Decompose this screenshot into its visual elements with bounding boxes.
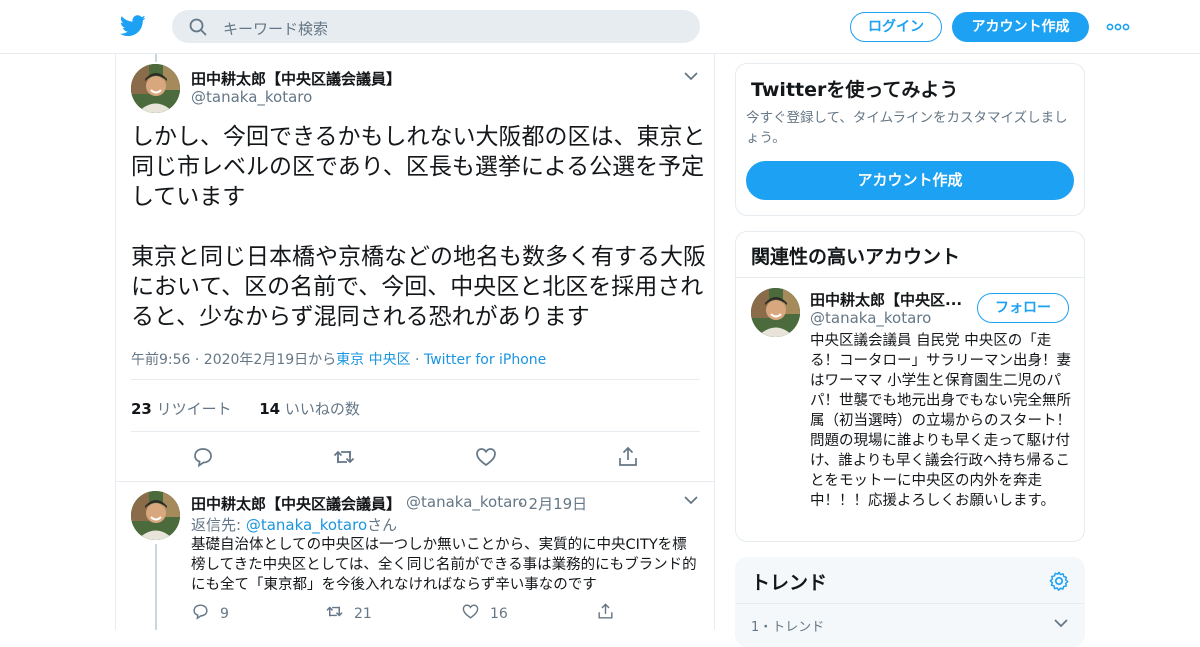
chevron-down-icon[interactable] — [684, 71, 698, 81]
login-button[interactable]: ログイン — [850, 12, 942, 42]
chevron-down-icon[interactable] — [684, 495, 698, 505]
retweet-count: 21 — [354, 606, 372, 622]
share-icon[interactable] — [616, 445, 640, 469]
reply-author-name[interactable]: 田中耕太郎【中央区議会議員】 — [191, 493, 401, 514]
tweet-timestamp[interactable]: 午前9:56 · 2020年2月19日から — [131, 352, 336, 368]
avatar-image-icon — [131, 64, 180, 113]
tweet-detail-column: 田中耕太郎【中央区議会議員】 @tanaka_kotaro しかし、今回できるか… — [115, 54, 715, 630]
divider — [131, 431, 700, 432]
search-bar[interactable]: キーワード検索 — [172, 10, 700, 43]
avatar-image-icon — [131, 491, 180, 540]
more-options-icon[interactable] — [1106, 20, 1130, 34]
tweet-metadata: 午前9:56 · 2020年2月19日から東京 中央区 · Twitter fo… — [131, 349, 546, 369]
related-card-title: 関連性の高いアカウント — [751, 246, 961, 268]
avatar-image-icon — [751, 288, 800, 337]
reply-tweet-text: 基礎自治体としての中央区は一つしか無いことから、実質的に中央CITYを標榜してき… — [191, 537, 697, 593]
like-count[interactable]: 14 — [259, 400, 280, 418]
like-heart-icon[interactable] — [474, 445, 498, 469]
related-account-item[interactable]: 田中耕太郎【中央区... @tanaka_kotaro フォロー 中央区議会議員… — [736, 278, 1084, 541]
like-label[interactable]: いいねの数 — [285, 400, 360, 418]
search-input[interactable]: キーワード検索 — [223, 18, 328, 39]
reply-author-handle[interactable]: @tanaka_kotaro — [406, 493, 527, 511]
reply-icon[interactable] — [191, 445, 215, 469]
signup-card-button[interactable]: アカウント作成 — [746, 161, 1074, 200]
follow-button[interactable]: フォロー — [977, 293, 1069, 323]
reply-to-prefix: 返信先: — [191, 516, 246, 534]
related-accounts-card: 関連性の高いアカウント 田中耕太郎【中央区... @tanaka_kotaro … — [735, 231, 1085, 542]
signup-button[interactable]: アカウント作成 — [952, 12, 1089, 42]
avatar[interactable] — [131, 491, 180, 540]
trends-card: トレンド 1・トレンド — [735, 557, 1085, 647]
signup-card-description: 今すぐ登録して、タイムラインをカスタマイズしましょう。 — [746, 110, 1068, 146]
signup-card-title: Twitterを使ってみよう — [751, 79, 959, 101]
share-action[interactable] — [596, 602, 625, 622]
retweet-count[interactable]: 23 — [131, 400, 152, 418]
reply-to-suffix: さん — [367, 516, 398, 534]
reply-to-line: 返信先: @tanaka_kotaroさん — [191, 514, 397, 535]
divider — [736, 603, 1084, 604]
signup-card: Twitterを使ってみよう 今すぐ登録して、タイムラインをカスタマイズしましょ… — [735, 63, 1085, 216]
chevron-down-icon[interactable] — [1054, 618, 1068, 628]
settings-gear-icon[interactable] — [1048, 570, 1070, 592]
thread-line — [155, 544, 157, 630]
tweet-text: しかし、今回できるかもしれない大阪都の区は、東京と同じ市レベルの区であり、区長も… — [131, 124, 706, 330]
retweet-action[interactable]: 21 — [325, 602, 372, 622]
tweet-stats: 23 リツイート 14 いいねの数 — [131, 398, 360, 419]
top-navigation-bar: キーワード検索 ログイン アカウント作成 — [0, 0, 1200, 54]
retweet-icon — [326, 606, 343, 617]
thread-line — [155, 54, 157, 62]
reply-count: 9 — [220, 606, 229, 622]
like-action[interactable]: 16 — [461, 602, 508, 622]
retweet-label[interactable]: リツイート — [157, 400, 232, 418]
reply-date[interactable]: · 2月19日 — [519, 493, 587, 514]
reply-to-handle[interactable]: @tanaka_kotaro — [246, 516, 367, 534]
author-handle[interactable]: @tanaka_kotaro — [191, 88, 312, 106]
meta-separator: · — [410, 352, 424, 368]
related-account-bio: 中央区議会議員 自民党 中央区の「走る！コータロー」サラリーマン出身！妻はワーマ… — [810, 333, 1071, 509]
share-icon — [598, 603, 613, 619]
trend-item-label[interactable]: 1・トレンド — [751, 616, 824, 635]
author-name[interactable]: 田中耕太郎【中央区議会議員】 — [191, 68, 401, 89]
reply-action[interactable]: 9 — [191, 602, 229, 622]
divider — [116, 481, 714, 482]
search-icon — [189, 18, 207, 36]
related-account-handle[interactable]: @tanaka_kotaro — [810, 309, 931, 327]
divider — [131, 379, 700, 380]
retweet-icon[interactable] — [332, 445, 356, 469]
tweet-source-link[interactable]: Twitter for iPhone — [424, 352, 546, 368]
like-count: 16 — [490, 606, 508, 622]
tweet-location-link[interactable]: 東京 中央区 — [336, 352, 410, 368]
twitter-bird-logo-icon[interactable] — [120, 14, 146, 38]
avatar[interactable] — [131, 64, 180, 113]
like-heart-icon — [462, 604, 479, 619]
trends-title: トレンド — [751, 572, 828, 594]
reply-icon — [193, 604, 208, 620]
avatar[interactable] — [751, 288, 800, 337]
related-account-name[interactable]: 田中耕太郎【中央区... — [810, 289, 962, 310]
